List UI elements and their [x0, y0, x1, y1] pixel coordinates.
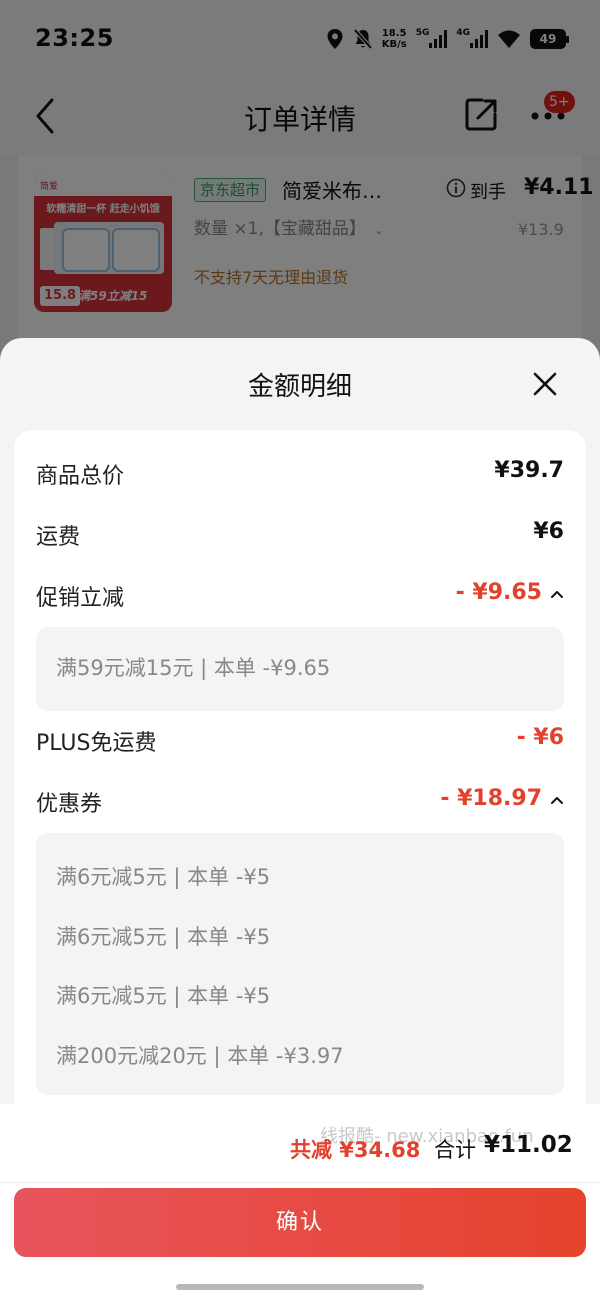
row-value: - ¥9.65: [455, 580, 542, 605]
home-indicator[interactable]: [176, 1284, 424, 1290]
row-coupon[interactable]: 优惠券 - ¥18.97: [36, 786, 564, 818]
row-promotion[interactable]: 促销立减 - ¥9.65: [36, 580, 564, 612]
sheet-title: 金额明细: [247, 372, 352, 402]
chevron-up-icon[interactable]: [550, 589, 564, 599]
row-label: 商品总价: [36, 464, 125, 489]
total-discount: 共减 ¥34.68: [290, 1138, 421, 1162]
row-plus-shipping: PLUS免运费 - ¥6: [36, 725, 564, 757]
total-label: 合计: [434, 1138, 476, 1162]
close-icon[interactable]: [532, 371, 558, 397]
coupon-detail-item: 满6元减5元 | 本单 -¥5: [56, 925, 271, 949]
confirm-button[interactable]: 确认: [14, 1188, 586, 1257]
row-goods-total: 商品总价 ¥39.7: [36, 458, 564, 490]
coupon-details: 满6元减5元 | 本单 -¥5 满6元减5元 | 本单 -¥5 满6元减5元 |…: [36, 833, 564, 1095]
row-label: 运费: [36, 525, 81, 550]
coupon-detail-item: 满200元减20元 | 本单 -¥3.97: [56, 1044, 344, 1068]
coupon-detail-item: 满6元减5元 | 本单 -¥5: [56, 984, 271, 1008]
sheet-footer: 线报酷- new.xianbao.fun 共减 ¥34.68 合计 ¥11.02…: [0, 1104, 600, 1302]
chevron-up-icon[interactable]: [550, 795, 564, 805]
details-card: 商品总价 ¥39.7 运费 ¥6 促销立减 - ¥9.65 满59元减15元 |…: [14, 430, 586, 1130]
divider: [0, 1182, 600, 1183]
row-value: ¥39.7: [494, 458, 564, 483]
row-label: 优惠券: [36, 792, 103, 817]
promotion-details: 满59元减15元 | 本单 -¥9.65: [36, 627, 564, 711]
row-value: - ¥6: [516, 725, 564, 750]
total-value: ¥11.02: [484, 1132, 573, 1158]
row-shipping: 运费 ¥6: [36, 519, 564, 551]
promotion-detail-item: 满59元减15元 | 本单 -¥9.65: [56, 656, 331, 680]
row-value: - ¥18.97: [440, 786, 542, 811]
row-label: PLUS免运费: [36, 731, 157, 756]
coupon-detail-item: 满6元减5元 | 本单 -¥5: [56, 865, 271, 889]
row-value: ¥6: [533, 519, 564, 544]
row-label: 促销立减: [36, 586, 125, 611]
